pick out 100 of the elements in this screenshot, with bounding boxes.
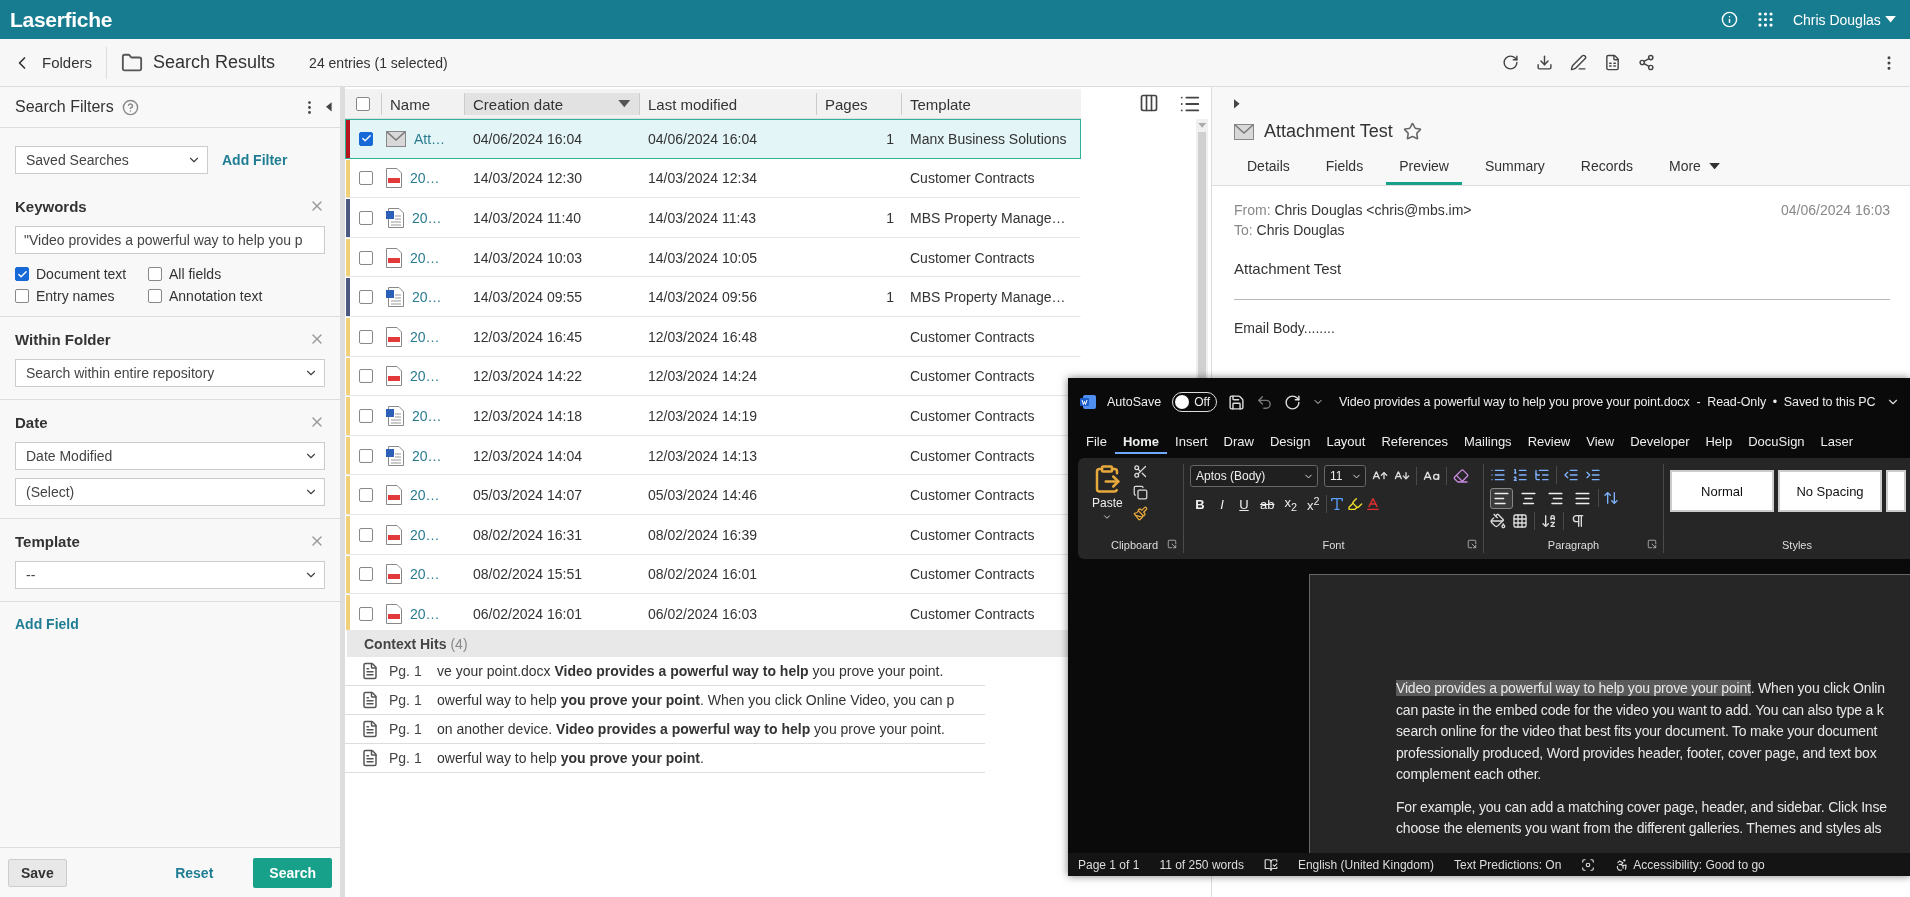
context-hit-text[interactable]: on another device. Video provides a powerful way to help you prove your point. (437, 721, 945, 737)
filter-dropdown[interactable]: (Select) (15, 478, 325, 506)
save-button[interactable]: Save (8, 858, 67, 887)
text-effects-icon[interactable] (1328, 496, 1345, 512)
shading-icon[interactable] (1490, 513, 1506, 529)
checkbox[interactable] (15, 289, 29, 303)
document-icon[interactable] (1604, 54, 1621, 71)
bullets-icon[interactable] (1490, 467, 1506, 483)
copy-icon[interactable] (1132, 485, 1148, 500)
undo-icon[interactable] (1256, 393, 1273, 411)
table-row[interactable]: 20… 12/03/2024 16:45 12/03/2024 16:48 Customer Contracts (345, 316, 1081, 357)
checkbox[interactable] (359, 211, 373, 225)
checkbox-option[interactable]: Document text (15, 266, 148, 282)
text-predictions[interactable]: Text Predictions: On (1453, 857, 1562, 872)
launcher-icon[interactable] (1647, 539, 1657, 549)
ribbon-tab[interactable]: Layout (1318, 430, 1374, 454)
font-color-icon[interactable] (1364, 496, 1381, 512)
ribbon-tab[interactable]: Developer (1622, 430, 1698, 454)
column-header[interactable]: Pages (816, 93, 901, 115)
checkbox[interactable] (359, 329, 373, 344)
filter-dropdown[interactable]: -- (15, 561, 325, 589)
checkbox[interactable] (15, 267, 29, 281)
clear-format-icon[interactable] (1453, 468, 1469, 484)
page-icon[interactable] (361, 749, 379, 767)
checkbox-option[interactable]: All fields (148, 266, 325, 282)
focus-icon[interactable] (1581, 857, 1596, 872)
save-icon[interactable] (1228, 393, 1245, 411)
tab[interactable]: More (1656, 158, 1734, 185)
ribbon-tab[interactable]: Insert (1167, 430, 1216, 454)
page-icon[interactable] (361, 691, 379, 709)
ribbon-tab[interactable]: Draw (1215, 430, 1262, 454)
add-filter-link[interactable]: Add Filter (222, 152, 288, 168)
proofing-icon[interactable] (1263, 857, 1278, 872)
paste-button[interactable]: Paste (1092, 464, 1123, 537)
select-all-checkbox[interactable] (356, 97, 370, 111)
ribbon-tab[interactable]: References (1373, 430, 1456, 454)
accessibility-status[interactable]: Accessibility: Good to go (1615, 857, 1765, 872)
refresh-icon[interactable] (1502, 54, 1519, 71)
editor-window-dialog[interactable] (1068, 378, 1910, 876)
multilevel-list-icon[interactable] (1534, 467, 1550, 483)
user-menu[interactable]: Chris Douglas (1792, 11, 1896, 28)
download-icon[interactable] (1536, 54, 1553, 71)
checkbox-option[interactable]: Annotation text (148, 288, 325, 304)
brush-icon[interactable] (1132, 506, 1148, 521)
share-icon[interactable] (1638, 54, 1655, 71)
word-count[interactable]: 11 of 250 words (1159, 857, 1244, 872)
checkbox[interactable] (359, 131, 373, 146)
align-button[interactable] (1490, 487, 1513, 509)
filter-dropdown[interactable]: Date Modified (15, 442, 325, 470)
checkbox[interactable] (359, 527, 373, 542)
help-icon[interactable] (121, 98, 139, 116)
columns-icon[interactable] (1139, 93, 1159, 113)
highlighter-icon[interactable] (1346, 496, 1363, 512)
context-hit-text[interactable]: owerful way to help you prove your point. When you click Online Video, you can p (437, 692, 955, 708)
format-button[interactable]: I (1212, 496, 1232, 512)
style-tile[interactable]: Normal (1670, 470, 1774, 512)
checkbox[interactable] (359, 606, 373, 621)
saved-searches-dropdown[interactable]: Saved Searches (15, 146, 208, 174)
checkbox[interactable] (359, 290, 373, 305)
decrease-indent-icon[interactable] (1563, 467, 1579, 483)
font-name-field[interactable]: Aptos (Body) (1190, 465, 1318, 487)
table-row[interactable]: 20… 14/03/2024 12:30 14/03/2024 12:34 Customer Contracts (345, 158, 1081, 199)
tab[interactable]: Summary (1471, 158, 1558, 185)
format-button[interactable]: U (1234, 496, 1254, 512)
sort-icon[interactable] (1541, 513, 1557, 529)
checkbox[interactable] (359, 250, 373, 265)
ribbon-tab[interactable]: Help (1697, 430, 1741, 454)
pen-icon[interactable] (1570, 54, 1587, 71)
checkbox[interactable] (148, 267, 162, 281)
pilcrow-icon[interactable] (1570, 513, 1586, 529)
table-row[interactable]: 20… 14/03/2024 11:40 14/03/2024 11:43 1 MBS Property Manage… (345, 198, 1081, 238)
numbering-icon[interactable] (1512, 467, 1528, 483)
scissors-icon[interactable] (1132, 464, 1148, 479)
keywords-field[interactable]: "Video provides a powerful way to help you p (15, 226, 325, 254)
ribbon-tab[interactable]: Review (1519, 430, 1579, 454)
checkbox[interactable] (359, 171, 373, 186)
app-grid-icon[interactable] (1755, 10, 1775, 29)
checkbox[interactable] (359, 488, 373, 503)
page-count[interactable]: Page 1 of 1 (1078, 857, 1140, 872)
tab[interactable]: Preview (1386, 158, 1462, 185)
format-button[interactable]: x$^{2}$ (1303, 494, 1324, 514)
table-row[interactable]: 20… 14/03/2024 10:03 14/03/2024 10:05 Customer Contracts (345, 237, 1081, 278)
ribbon-tab[interactable]: Mailings (1455, 430, 1520, 454)
font-size-field[interactable]: 11 (1324, 465, 1366, 487)
borders-icon[interactable] (1512, 513, 1528, 529)
ribbon-tab[interactable]: View (1578, 430, 1623, 454)
star-icon[interactable] (1402, 122, 1422, 141)
column-header[interactable]: Template (901, 93, 1081, 115)
checkbox[interactable] (359, 369, 373, 384)
ribbon-tab[interactable]: Design (1261, 430, 1319, 454)
table-row[interactable]: Att… 04/06/2024 16:04 04/06/2024 16:04 1 Manx Business Solutions (345, 119, 1081, 159)
sort-caret-icon[interactable] (618, 100, 631, 108)
line-spacing-icon[interactable] (1603, 490, 1619, 506)
format-button[interactable]: B (1190, 496, 1210, 512)
format-button[interactable]: ab (1256, 496, 1279, 512)
page-icon[interactable] (361, 720, 379, 738)
column-header[interactable]: Last modified (639, 93, 816, 115)
checkbox-option[interactable]: Entry names (15, 288, 148, 304)
checkbox[interactable] (359, 567, 373, 582)
redo-icon[interactable] (1284, 393, 1301, 411)
